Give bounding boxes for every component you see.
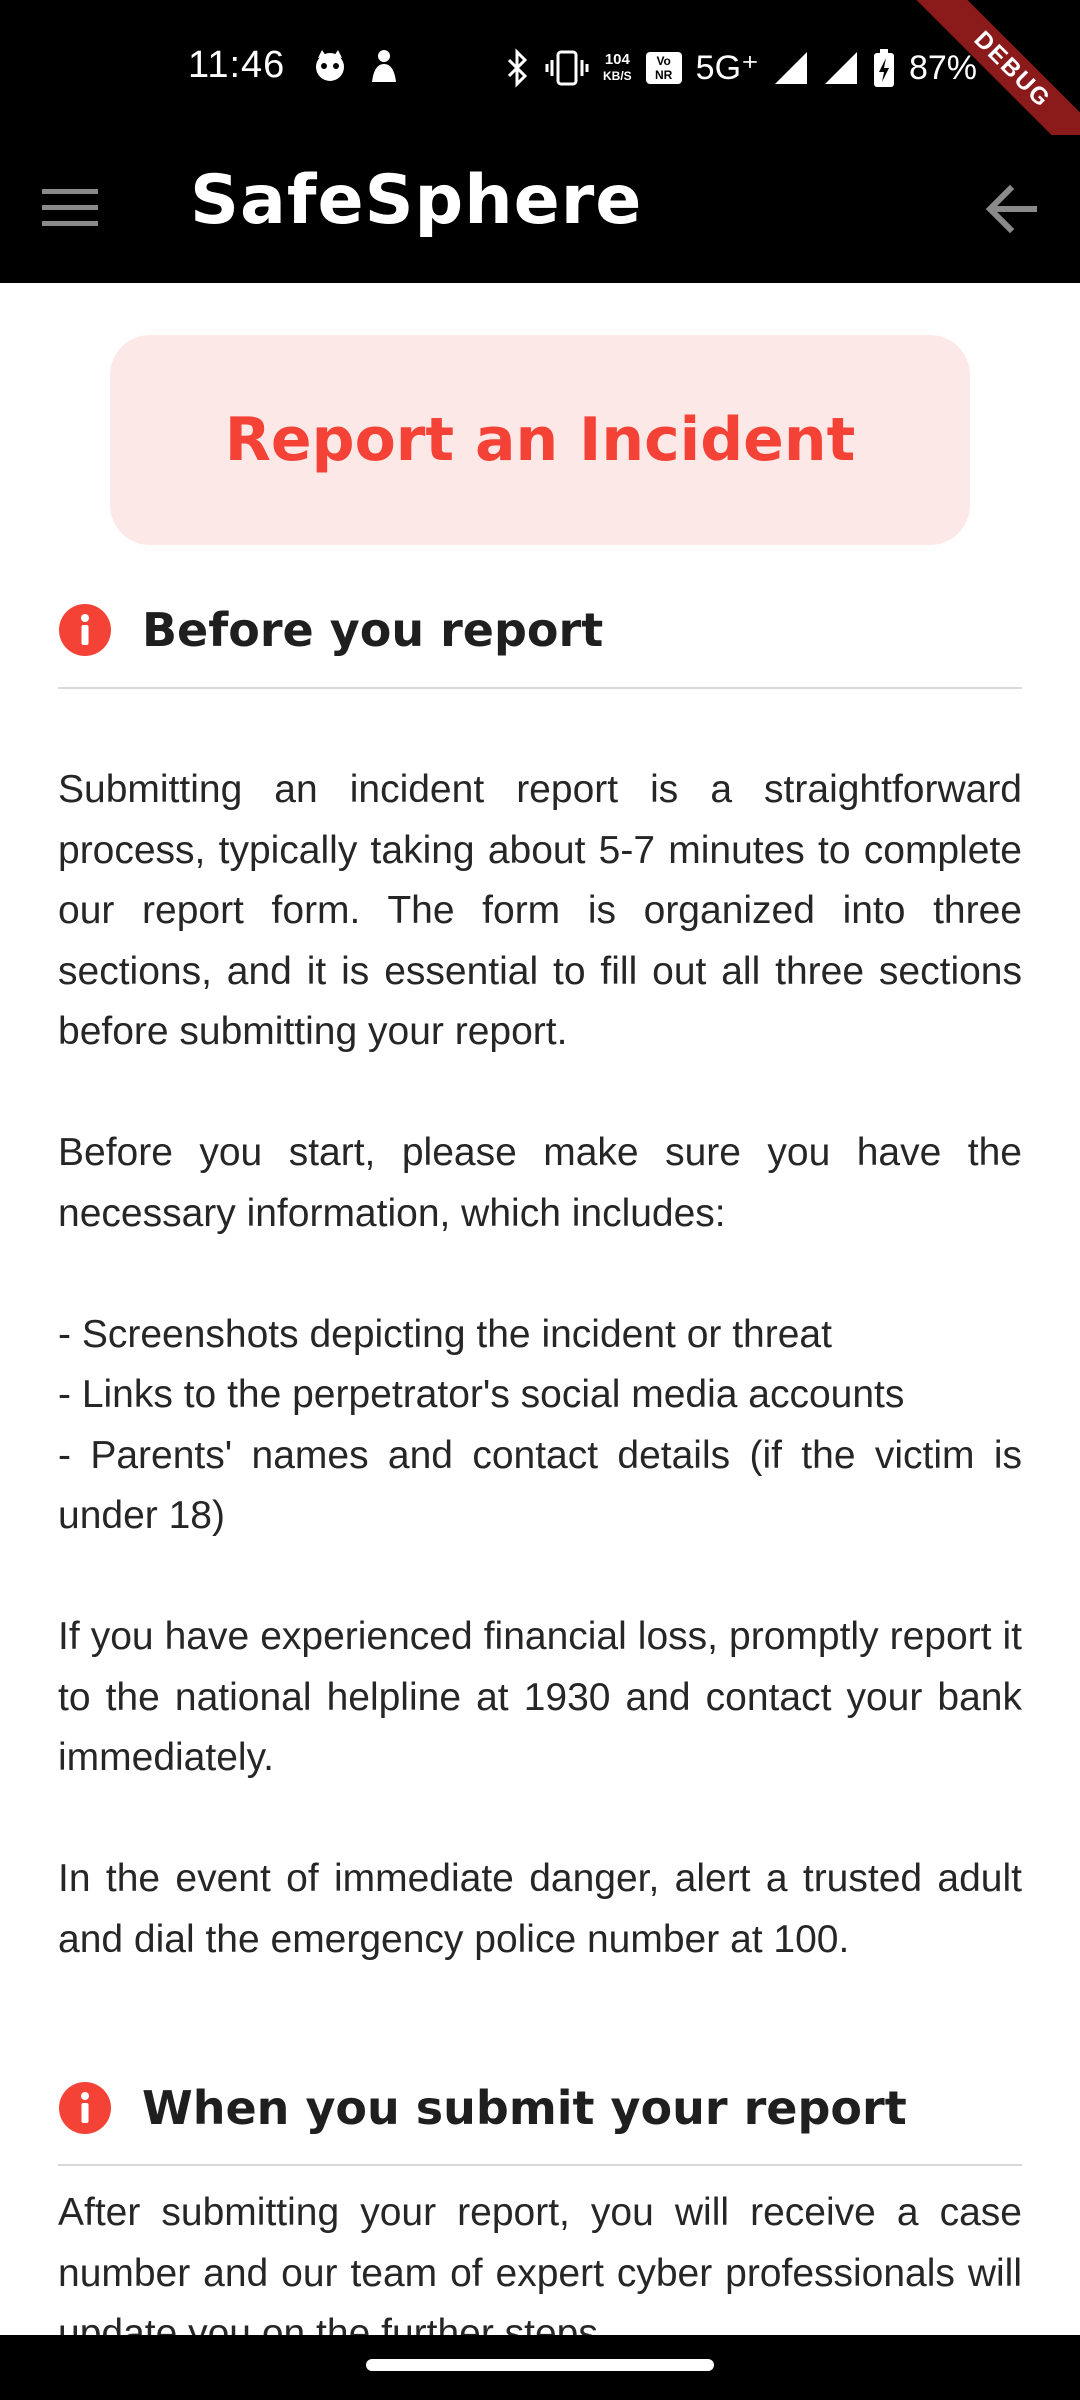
required-info-list: - Screenshots depicting the incident or … bbox=[58, 1305, 1022, 1547]
section-header-when-you-submit: When you submit your report bbox=[58, 2075, 1022, 2141]
notification-icons bbox=[312, 48, 400, 84]
app-bar: SafeSphere bbox=[0, 135, 1080, 283]
banner-title: Report an Incident bbox=[224, 405, 856, 475]
cat-face-icon bbox=[316, 50, 344, 81]
app-title: SafeSphere bbox=[190, 161, 643, 240]
navigation-bar bbox=[0, 2335, 1080, 2400]
status-bar: 11:46 104 KB/S Vo NR 5G⁺ 87% DEBUG bbox=[0, 0, 1080, 175]
back-button[interactable] bbox=[980, 177, 1044, 241]
paragraph: Submitting an incident report is a strai… bbox=[58, 768, 1022, 1053]
vibrate-icon bbox=[545, 50, 589, 86]
signal-icon bbox=[824, 52, 857, 84]
paragraph: Before you start, please make sure you h… bbox=[58, 1131, 1022, 1235]
signal-icon bbox=[774, 52, 807, 84]
info-icon bbox=[59, 604, 111, 656]
person-icon bbox=[372, 50, 396, 82]
section-divider bbox=[58, 2164, 1022, 2166]
section-body-when-you-submit: After submitting your report, you will r… bbox=[58, 2183, 1022, 2335]
home-indicator[interactable] bbox=[366, 2359, 714, 2371]
paragraph: In the event of immediate danger, alert … bbox=[58, 1857, 1022, 1961]
report-incident-banner: Report an Incident bbox=[110, 335, 970, 545]
menu-button[interactable] bbox=[40, 183, 100, 233]
menu-icon bbox=[42, 189, 98, 226]
network-type: 5G⁺ bbox=[695, 49, 759, 87]
section-header-before-you-report: Before you report bbox=[58, 597, 1022, 663]
section-title: Before you report bbox=[142, 603, 604, 657]
paragraph: After submitting your report, you will r… bbox=[58, 2191, 1022, 2335]
bluetooth-icon bbox=[507, 48, 528, 88]
network-speed: 104 KB/S bbox=[603, 51, 632, 84]
back-arrow-icon bbox=[985, 184, 1037, 234]
section-title: When you submit your report bbox=[142, 2081, 907, 2135]
volte-badge: Vo NR bbox=[645, 52, 682, 84]
report-info-page[interactable]: Report an Incident Before you report Sub… bbox=[0, 283, 1080, 2335]
list-item: - Links to the perpetrator's social medi… bbox=[58, 1373, 905, 1416]
status-time: 11:46 bbox=[188, 44, 286, 86]
paragraph: If you have experienced financial loss, … bbox=[58, 1615, 1022, 1779]
section-divider bbox=[58, 687, 1022, 689]
list-item: - Parents' names and contact details (if… bbox=[58, 1433, 1022, 1538]
list-item: - Screenshots depicting the incident or … bbox=[58, 1312, 832, 1356]
section-body-before-you-report: Submitting an incident report is a strai… bbox=[58, 760, 1022, 1970]
info-icon bbox=[59, 2082, 111, 2134]
